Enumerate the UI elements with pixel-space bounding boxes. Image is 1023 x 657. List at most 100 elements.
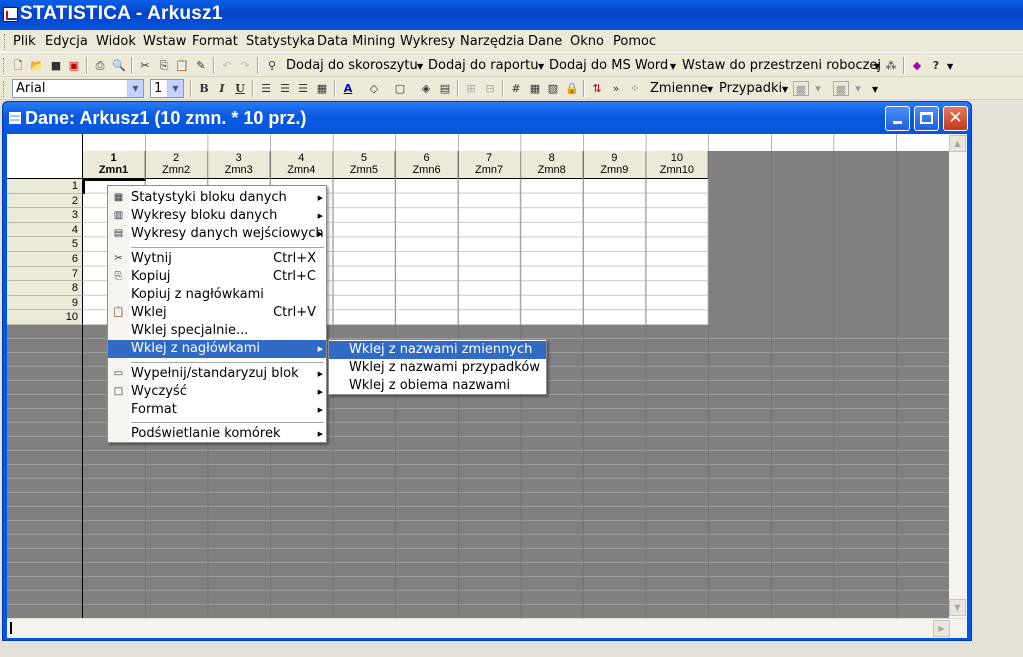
row-header[interactable]: 9 — [7, 295, 83, 311]
menu-wykresy[interactable]: Wykresy — [400, 34, 455, 49]
menu-item-cut[interactable]: ✂ Wytnij Ctrl+X — [108, 250, 326, 268]
app-titlebar[interactable]: STATISTICA - Arkusz1 — [0, 0, 1023, 30]
scroll-up-icon[interactable]: ▲ — [949, 135, 966, 152]
cut-icon[interactable]: ✂ — [137, 58, 153, 73]
column-header[interactable]: 4 Zmn4 — [270, 151, 333, 179]
toolbar-options-icon[interactable]: ▼ — [947, 62, 953, 71]
pattern-icon[interactable]: ▩ — [793, 81, 809, 96]
context-help-icon[interactable]: ? — [928, 58, 944, 73]
save-icon[interactable]: ■ — [48, 58, 64, 73]
lock-icon[interactable]: 🔒 — [564, 81, 580, 96]
redo-icon[interactable]: ↷ — [237, 58, 253, 73]
pdf-icon[interactable]: ▣ — [66, 58, 82, 73]
toolbar-grip[interactable] — [3, 81, 6, 97]
column-header[interactable]: 1 Zmn1 — [83, 151, 145, 179]
menu-item-input-charts[interactable]: ▤ Wykresy danych wejściowych ▶ — [108, 225, 326, 243]
menu-dane[interactable]: Dane — [528, 34, 562, 49]
recode-icon[interactable]: » — [608, 81, 624, 96]
print-preview-icon[interactable]: 🔍 — [111, 58, 127, 73]
font-color-icon[interactable]: A — [340, 81, 356, 96]
close-button[interactable]: ✕ — [943, 106, 968, 131]
column-header[interactable]: 10 Zmn10 — [646, 151, 709, 179]
sort-icon[interactable]: ⇅ — [589, 81, 605, 96]
copy-icon[interactable]: ⎘ — [156, 58, 172, 73]
chevron-down-icon[interactable]: ▼ — [167, 80, 183, 97]
column-header[interactable]: 2 Zmn2 — [145, 151, 208, 179]
shuffle-icon[interactable]: ⁘ — [627, 81, 643, 96]
fill-color-icon[interactable]: ◇ — [366, 81, 382, 96]
scroll-right-icon[interactable]: ▶ — [933, 620, 950, 637]
column-header[interactable]: 6 Zmn6 — [396, 151, 458, 179]
dropdown-arrow-icon[interactable]: ▼ — [707, 85, 713, 94]
menu-item-block-charts[interactable]: ▥ Wykresy bloku danych ▶ — [108, 207, 326, 225]
border-icon[interactable]: ▢ — [392, 81, 408, 96]
print-icon[interactable]: ⎙ — [92, 58, 108, 73]
menu-edycja[interactable]: Edycja — [45, 34, 88, 49]
row-header[interactable]: 2 — [7, 193, 83, 209]
grid-icon[interactable]: ▤ — [437, 81, 453, 96]
case-spec-icon[interactable]: ▧ — [545, 81, 561, 96]
minimize-button[interactable] — [885, 106, 910, 131]
dropdown-arrow-icon[interactable]: ▼ — [782, 85, 788, 94]
menu-statystyka[interactable]: Statystyka — [246, 34, 315, 49]
align-left-icon[interactable]: ☰ — [258, 81, 274, 96]
scroll-down-icon[interactable]: ▼ — [949, 599, 966, 616]
insert-workspace-button[interactable]: Wstaw do przestrzeni roboczej — [682, 58, 881, 73]
menu-wstaw[interactable]: Wstaw — [143, 34, 186, 49]
books-icon[interactable]: ◆ — [909, 58, 925, 73]
split-handle[interactable] — [10, 622, 12, 634]
horizontal-scrollbar[interactable]: ▶ — [7, 618, 967, 638]
dropdown-arrow-icon[interactable]: ▼ — [538, 62, 544, 71]
merge-icon[interactable]: ⊞ — [463, 81, 479, 96]
column-header[interactable]: 9 Zmn9 — [583, 151, 646, 179]
variables-menu-button[interactable]: Zmienne — [650, 81, 708, 96]
undo-icon[interactable]: ↶ — [219, 58, 235, 73]
spreadsheet-icon[interactable] — [9, 112, 21, 124]
chevron-down-icon[interactable]: ▾ — [850, 81, 866, 96]
menu-item-fill-standardize[interactable]: ▭ Wypełnij/standaryzuj blok ▶ — [108, 365, 326, 383]
hash-icon[interactable]: # — [508, 81, 524, 96]
row-header[interactable]: 5 — [7, 237, 83, 252]
cell-format-icon[interactable]: ▦ — [314, 81, 330, 96]
row-header[interactable]: 7 — [7, 266, 83, 282]
submenu-item-paste-variable-names[interactable]: Wklej z nazwami zmiennych — [329, 341, 546, 359]
binoculars-icon[interactable]: ⚲ — [264, 58, 280, 73]
column-header[interactable]: 5 Zmn5 — [333, 151, 396, 179]
menu-plik[interactable]: Plik — [13, 34, 36, 49]
variable-spec-icon[interactable]: ▦ — [527, 81, 543, 96]
submenu-item-paste-both-names[interactable]: Wklej z obiema nazwami — [329, 377, 546, 395]
row-header[interactable]: 6 — [7, 252, 83, 267]
split-icon[interactable]: ⊟ — [482, 81, 498, 96]
menu-item-clear[interactable]: □ Wyczyść ▶ — [108, 383, 326, 401]
row-header[interactable]: 10 — [7, 310, 83, 325]
menu-item-paste-special[interactable]: Wklej specjalnie... — [108, 322, 326, 340]
chevron-down-icon[interactable]: ▾ — [810, 81, 826, 96]
menu-item-paste[interactable]: 📋 Wklej Ctrl+V — [108, 304, 326, 322]
select-all-corner[interactable] — [7, 134, 83, 179]
submenu-item-paste-case-names[interactable]: Wklej z nazwami przypadków — [329, 359, 546, 377]
row-header[interactable]: 1 — [7, 179, 83, 194]
new-file-icon[interactable]: 🗋 — [10, 58, 26, 73]
chevron-down-icon[interactable]: ▼ — [127, 80, 143, 97]
row-header[interactable]: 4 — [7, 222, 83, 238]
font-name-combo[interactable]: Arial ▼ — [12, 79, 144, 98]
font-size-combo[interactable]: 1 ▼ — [150, 79, 184, 98]
pattern-icon[interactable]: ▩ — [833, 81, 849, 96]
menu-item-block-statistics[interactable]: ▦ Statystyki bloku danych ▶ — [108, 189, 326, 207]
dropdown-arrow-icon[interactable]: ▼ — [670, 62, 676, 71]
menu-item-cell-highlighting[interactable]: Podświetlanie komórek ▶ — [108, 425, 326, 443]
column-header[interactable]: 7 Zmn7 — [458, 151, 521, 179]
menu-item-format[interactable]: Format ▶ — [108, 401, 326, 419]
column-header[interactable]: 8 Zmn8 — [521, 151, 584, 179]
menu-item-copy[interactable]: ⎘ Kopiuj Ctrl+C — [108, 268, 326, 286]
add-to-workbook-button[interactable]: Dodaj do skoroszytu — [286, 58, 418, 73]
statistica-app-icon[interactable] — [3, 7, 18, 22]
tag-icon[interactable]: ◈ — [418, 81, 434, 96]
menu-data-mining[interactable]: Data Mining — [317, 34, 395, 49]
maximize-button[interactable] — [914, 106, 939, 131]
format-painter-icon[interactable]: ✎ — [193, 58, 209, 73]
bold-button[interactable]: B — [196, 81, 212, 96]
paste-icon[interactable]: 📋 — [174, 58, 190, 73]
dropdown-arrow-icon[interactable]: ▼ — [874, 62, 880, 71]
italic-button[interactable]: I — [214, 81, 230, 96]
